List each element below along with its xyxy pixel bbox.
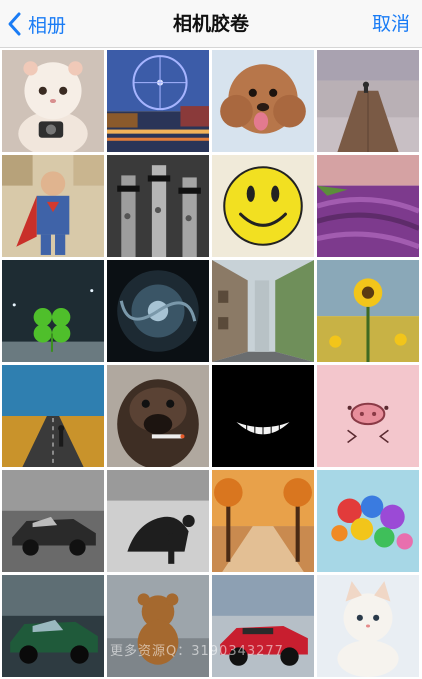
- kitten-image: [317, 575, 419, 677]
- photo-thumbnail-autumn-trees[interactable]: [212, 470, 314, 572]
- chevron-left-icon: [8, 12, 21, 36]
- back-label: 相册: [28, 14, 67, 37]
- cancel-button[interactable]: 取消: [372, 0, 410, 48]
- autumn-image: [212, 470, 314, 572]
- back-button[interactable]: 相册: [6, 0, 66, 48]
- poodle-image: [212, 50, 314, 152]
- smiley-image: [212, 155, 314, 257]
- grin-image: [212, 365, 314, 467]
- photo-thumbnail-smiley-face[interactable]: [212, 155, 314, 257]
- photo-thumbnail-silhouette-cheetah[interactable]: [107, 470, 209, 572]
- pig-image: [317, 365, 419, 467]
- photo-thumbnail-white-kitten[interactable]: [317, 575, 419, 677]
- ferris-wheel-image: [107, 50, 209, 152]
- photo-thumbnail-sports-car-bw[interactable]: [2, 470, 104, 572]
- teddy-image: [107, 575, 209, 677]
- photo-thumbnail-giraffes-sunglasses[interactable]: [107, 155, 209, 257]
- photo-thumbnail-dog-with-cigar[interactable]: [107, 365, 209, 467]
- dog-cigar-image: [107, 365, 209, 467]
- nav-bar: 相册 相机胶卷 取消: [0, 0, 422, 48]
- cat-with-camera-image: [2, 50, 104, 152]
- photo-thumbnail-lavender-field[interactable]: [317, 155, 419, 257]
- red-car-image: [212, 575, 314, 677]
- photo-thumbnail-narrow-street[interactable]: [212, 260, 314, 362]
- pier-image: [317, 50, 419, 152]
- silhouette-image: [107, 470, 209, 572]
- photo-thumbnail-spiral-galaxy[interactable]: [107, 260, 209, 362]
- photo-thumbnail-comic-superman[interactable]: [2, 155, 104, 257]
- lavender-image: [317, 155, 419, 257]
- sunflower-image: [317, 260, 419, 362]
- photo-thumbnail-pier-sunset[interactable]: [317, 50, 419, 152]
- photo-thumbnail-balloons-sky[interactable]: [317, 470, 419, 572]
- photo-thumbnail-pig-face[interactable]: [317, 365, 419, 467]
- photo-grid: [2, 50, 420, 677]
- photo-thumbnail-green-sports-car[interactable]: [2, 575, 104, 677]
- clover-image: [2, 260, 104, 362]
- photo-thumbnail-red-convertible[interactable]: [212, 575, 314, 677]
- road-image: [2, 365, 104, 467]
- photo-thumbnail-cat-with-camera[interactable]: [2, 50, 104, 152]
- street-image: [212, 260, 314, 362]
- green-car-image: [2, 575, 104, 677]
- photo-thumbnail-four-leaf-clover[interactable]: [2, 260, 104, 362]
- photo-thumbnail-man-on-road[interactable]: [2, 365, 104, 467]
- sports-car-bw-image: [2, 470, 104, 572]
- photo-thumbnail-sunflower-field[interactable]: [317, 260, 419, 362]
- galaxy-image: [107, 260, 209, 362]
- photo-thumbnail-cheshire-grin[interactable]: [212, 365, 314, 467]
- photo-thumbnail-teddy-bear[interactable]: [107, 575, 209, 677]
- photo-thumbnail-poodle-puppy[interactable]: [212, 50, 314, 152]
- photo-thumbnail-ferris-wheel-city-night[interactable]: [107, 50, 209, 152]
- balloons-image: [317, 470, 419, 572]
- giraffes-image: [107, 155, 209, 257]
- comic-superman-image: [2, 155, 104, 257]
